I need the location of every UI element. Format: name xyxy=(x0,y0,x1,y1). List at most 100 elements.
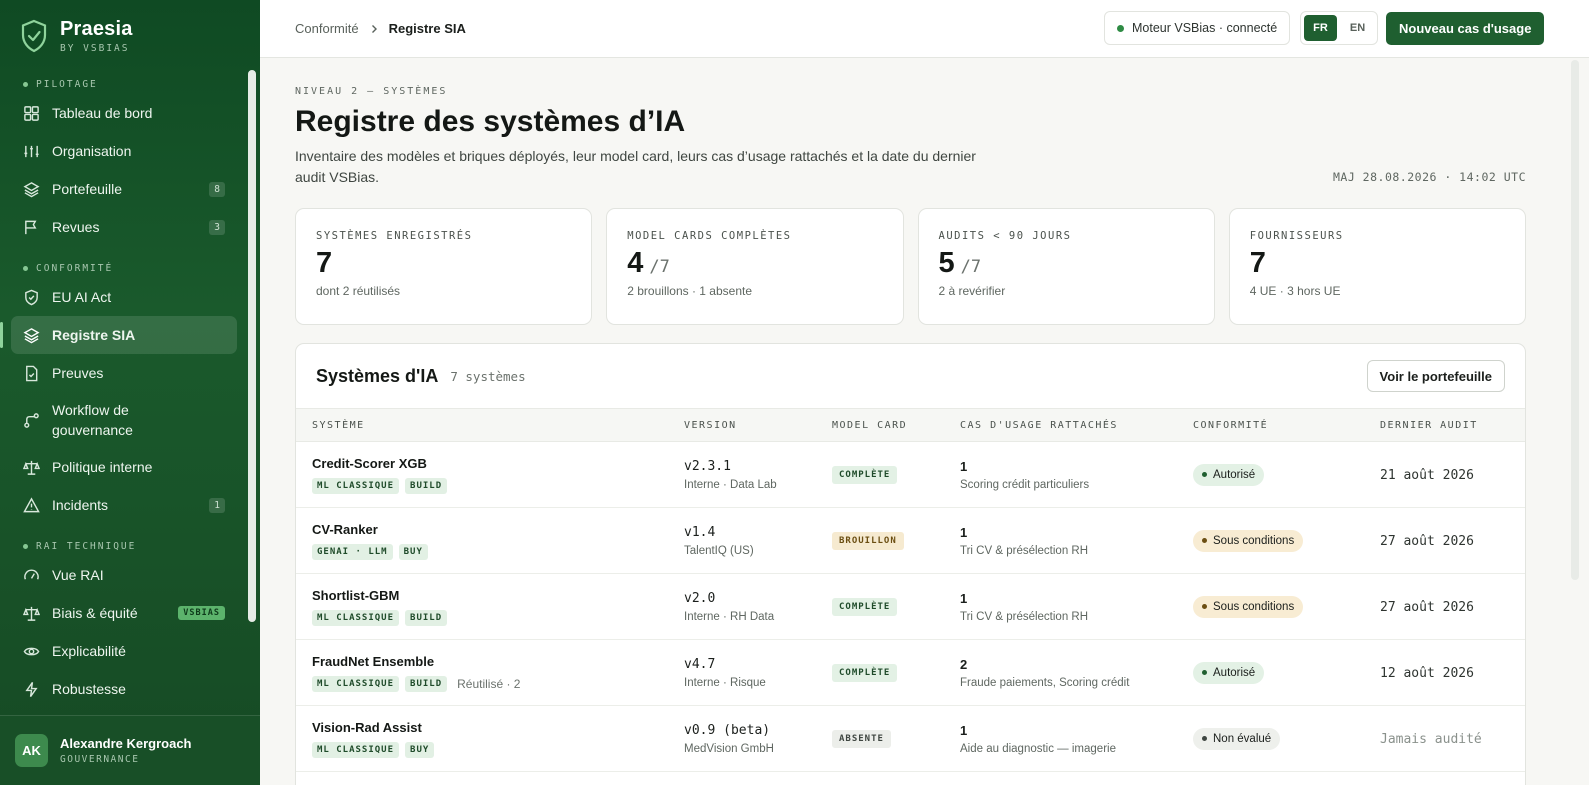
kpi-total: /7 xyxy=(960,257,982,277)
sidebar-item-label: Incidents xyxy=(52,497,109,513)
version-cell: v0.9 (beta) MedVision GmbH xyxy=(668,705,816,772)
new-use-case-button[interactable]: Nouveau cas d'usage xyxy=(1386,12,1545,45)
count-badge: 1 xyxy=(209,497,225,513)
breadcrumb: Conformité Registre SIA xyxy=(295,21,466,36)
page-scrollbar[interactable] xyxy=(1571,60,1579,580)
sidebar-item-eu-ai-act[interactable]: EU AI Act xyxy=(11,278,237,316)
card-header: Systèmes d'IA 7 systèmes Voir le portefe… xyxy=(296,344,1525,408)
user-role: GOUVERNANCE xyxy=(60,754,140,765)
sidebar-scrollbar[interactable] xyxy=(248,70,256,622)
model-card-badge[interactable]: ABSENTE xyxy=(832,730,891,748)
column-header[interactable]: MODEL CARD xyxy=(816,409,944,442)
engine-status-label: Moteur VSBias · connecté xyxy=(1132,21,1278,35)
status-label: Autorisé xyxy=(1213,666,1256,679)
use-case-list: Fraude paiements, Scoring crédit xyxy=(960,676,1130,689)
sidebar-item-revues[interactable]: Revues 3 xyxy=(11,208,237,246)
sidebar-item-label: Robustesse xyxy=(52,681,126,697)
sidebar-item-biais-equite[interactable]: Biais & équité VSBIAS xyxy=(11,594,237,632)
system-name[interactable]: Vision-Rad Assist xyxy=(312,720,668,735)
table-row[interactable]: FraudNet Ensemble ML CLASSIQUE BUILD Réuti… xyxy=(296,639,1525,706)
audit-cell: Jamais audité xyxy=(1364,705,1525,772)
table-row[interactable]: Vision-Rad Assist ML CLASSIQUE BUY v0.9 (… xyxy=(296,705,1525,772)
model-card-badge[interactable]: COMPLÈTE xyxy=(832,466,898,484)
use-case-list: Scoring crédit particuliers xyxy=(960,478,1090,491)
use-cases-cell: 1 Scoring crédit particuliers xyxy=(944,441,1177,508)
use-case-list: Tri CV & présélection RH xyxy=(960,544,1089,557)
sidebar-item-organisation[interactable]: Organisation xyxy=(11,132,237,170)
system-name[interactable]: Shortlist-GBM xyxy=(312,588,668,603)
kpi-card: MODEL CARDS COMPLÈTES 4/7 2 brouillons ·… xyxy=(606,208,904,325)
sidebar-item-label: EU AI Act xyxy=(52,289,112,305)
use-cases-cell: 1 Tri CV & présélection RH xyxy=(944,573,1177,640)
kpi-label: AUDITS < 90 JOURS xyxy=(938,230,1072,242)
status-label: Sous conditions xyxy=(1213,600,1295,613)
column-header[interactable]: CONFORMITÉ xyxy=(1177,409,1364,442)
sidebar-item-registre-sia[interactable]: Registre SIA xyxy=(0,316,237,354)
user-profile[interactable]: AK Alexandre Kergroach GOUVERNANCE xyxy=(0,715,260,785)
status-badge: Sous conditions xyxy=(1193,529,1304,552)
kpi-label: MODEL CARDS COMPLÈTES xyxy=(627,230,792,242)
vsbias-badge: VSBIAS xyxy=(178,606,225,620)
brand[interactable]: Praesia BY VSBIAS xyxy=(20,18,133,54)
model-card-badge[interactable]: COMPLÈTE xyxy=(832,664,898,682)
system-name[interactable]: Credit-Scorer XGB xyxy=(312,456,668,471)
table-row[interactable]: CV-Ranker GENAI · LLM BUY v1.4 TalentIQ (… xyxy=(296,507,1525,574)
status-badge: Autorisé xyxy=(1193,661,1265,684)
column-header[interactable]: DERNIER AUDIT xyxy=(1364,409,1525,442)
workflow-icon xyxy=(24,412,39,428)
section-dot xyxy=(23,81,28,87)
table-row[interactable]: Shortlist-GBM ML CLASSIQUE BUILD v2.0 Int… xyxy=(296,573,1525,640)
sidebar-item-incidents[interactable]: Incidents 1 xyxy=(11,486,237,524)
sidebar-item-portefeuille[interactable]: Portefeuille 8 xyxy=(11,170,237,208)
table-row[interactable]: Credit-Scorer XGB ML CLASSIQUE BUILD v2.3… xyxy=(296,441,1525,508)
system-tag: ML CLASSIQUE xyxy=(312,675,400,692)
system-cell: Credit-Scorer XGB ML CLASSIQUE BUILD xyxy=(296,441,668,508)
bolt-icon xyxy=(25,681,38,697)
brand-subtitle: BY VSBIAS xyxy=(60,43,130,54)
system-tags: ML CLASSIQUE BUILD Réutilisé · 2 xyxy=(312,675,668,692)
sidebar-item-label: Preuves xyxy=(52,365,104,381)
column-header[interactable]: VERSION xyxy=(668,409,816,442)
sidebar-item-preuves[interactable]: Preuves xyxy=(11,354,237,392)
kpi-row: SYSTÈMES ENREGISTRÉS 7 dont 2 réutilisés… xyxy=(295,208,1526,325)
sidebar: Praesia BY VSBIAS PILOTAGE Tableau de bo… xyxy=(0,0,260,785)
column-header[interactable]: CAS D'USAGE RATTACHÉS xyxy=(944,409,1177,442)
compliance-cell: Sous conditions xyxy=(1177,573,1364,640)
view-portfolio-button[interactable]: Voir le portefeuille xyxy=(1366,360,1505,392)
column-header[interactable]: SYSTÈME xyxy=(296,409,668,442)
kpi-card: FOURNISSEURS 7 4 UE · 3 hors UE xyxy=(1228,208,1526,325)
kpi-value: 7 xyxy=(1250,247,1505,280)
sidebar-item-label: Portefeuille xyxy=(52,181,123,197)
sidebar-item-vue-rai[interactable]: Vue RAI xyxy=(11,556,237,594)
last-audit-date: 27 août 2026 xyxy=(1380,599,1474,615)
sidebar-item-politique-interne[interactable]: Politique interne xyxy=(11,448,237,486)
version: v1.4 xyxy=(684,524,716,540)
scale-icon xyxy=(23,460,40,475)
model-card-badge[interactable]: BROUILLON xyxy=(832,532,904,550)
compliance-cell: Autorisé xyxy=(1177,441,1364,508)
kpi-value: 7 xyxy=(316,247,571,280)
alert-triangle-icon xyxy=(23,496,40,512)
model-card-badge[interactable]: COMPLÈTE xyxy=(832,598,898,616)
compliance-cell: Non évalué xyxy=(1177,705,1364,772)
engine-status[interactable]: Moteur VSBias · connecté xyxy=(1104,11,1291,45)
page-description: Inventaire des modèles et briques déploy… xyxy=(295,148,976,185)
status-badge: Sous conditions xyxy=(1193,595,1304,618)
section-label: PILOTAGE xyxy=(36,78,98,90)
kpi-value: 4/7 xyxy=(627,247,882,280)
sidebar-item-explicabilite[interactable]: Explicabilité xyxy=(11,632,237,670)
kpi-number: 7 xyxy=(1249,247,1266,279)
lang-en-button[interactable]: EN xyxy=(1341,15,1374,41)
system-name[interactable]: FraudNet Ensemble xyxy=(312,654,668,669)
sidebar-item-workflow[interactable]: Workflow de gouvernance xyxy=(11,392,237,448)
card-title: Systèmes d'IA xyxy=(316,365,439,386)
breadcrumb-parent[interactable]: Conformité xyxy=(295,21,359,36)
system-tags: GENAI · LLM BUY xyxy=(312,543,668,560)
lang-fr-button[interactable]: FR xyxy=(1304,15,1337,41)
system-name[interactable]: CV-Ranker xyxy=(312,522,668,537)
use-cases-cell: 1 Tri CV & présélection RH xyxy=(944,507,1177,574)
sidebar-item-robustesse[interactable]: Robustesse xyxy=(11,670,237,708)
sidebar-item-tableau-de-bord[interactable]: Tableau de bord xyxy=(11,94,237,132)
last-audit-date: 27 août 2026 xyxy=(1380,533,1474,549)
sliders-icon xyxy=(24,145,39,157)
